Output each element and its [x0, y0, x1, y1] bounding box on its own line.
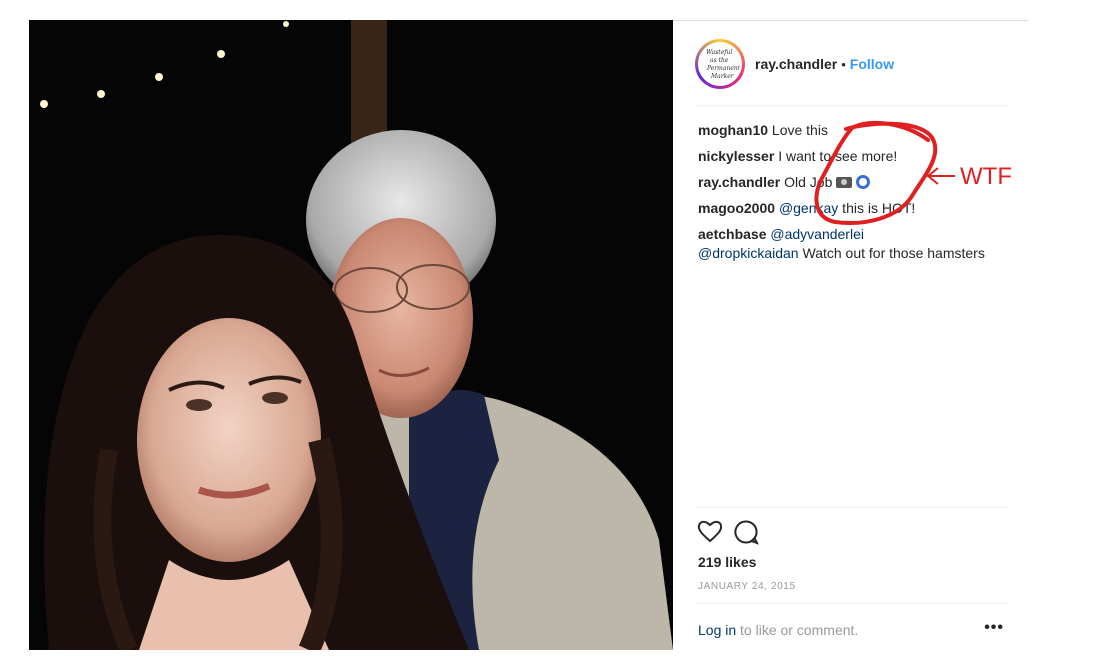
- comment-text: Old Job: [784, 174, 833, 190]
- divider: [695, 507, 1008, 508]
- more-options-icon[interactable]: •••: [984, 619, 1004, 637]
- username-link[interactable]: ray.chandler: [755, 56, 837, 72]
- comment-username[interactable]: nickylesser: [698, 148, 774, 164]
- post-date: JANUARY 24, 2015: [698, 581, 796, 592]
- annotation-label: WTF: [960, 163, 1012, 190]
- login-prompt: Log in to like or comment.: [698, 622, 858, 638]
- cyclone-icon: [856, 175, 871, 189]
- comment-text: I want to see more!: [778, 148, 898, 164]
- comment-username[interactable]: aetchbase: [698, 226, 766, 242]
- post-photo[interactable]: [29, 20, 673, 650]
- post-sidebar: Wasteful as the Permanent Marker ray.cha…: [673, 20, 1028, 650]
- comment-mention[interactable]: @adyvanderlei: [770, 226, 864, 242]
- comment-list: moghan10 Love this nickylesser I want to…: [698, 121, 998, 270]
- heart-icon[interactable]: [697, 519, 723, 543]
- comment-mention[interactable]: @dropkickaidan: [698, 245, 799, 261]
- comment-text: this is HOT!: [838, 200, 916, 216]
- comment-item: moghan10 Love this: [698, 121, 998, 140]
- comment-item: magoo2000 @genkay this is HOT!: [698, 199, 998, 218]
- separator-dot: •: [841, 56, 846, 72]
- string-lights: [40, 21, 289, 108]
- avatar[interactable]: Wasteful as the Permanent Marker: [695, 39, 745, 89]
- divider: [695, 603, 1008, 604]
- avatar-image: Wasteful as the Permanent Marker: [698, 42, 742, 86]
- avatar-text-line: Marker: [711, 73, 734, 80]
- comment-item: aetchbase @adyvanderlei @dropkickaidan W…: [698, 225, 998, 263]
- comment-mention[interactable]: @genkay: [779, 200, 838, 216]
- avatar-text-line: as the: [710, 57, 729, 64]
- likes-count[interactable]: 219 likes: [698, 554, 756, 570]
- comment-username[interactable]: magoo2000: [698, 200, 775, 216]
- comment-item: nickylesser I want to see more!: [698, 147, 998, 166]
- avatar-text-line: Wasteful: [706, 49, 733, 56]
- comment-text: Watch out for those hamsters: [798, 245, 985, 261]
- login-link[interactable]: Log in: [698, 622, 736, 638]
- login-prompt-text: to like or comment.: [736, 622, 859, 638]
- post-actions: [697, 519, 759, 545]
- camera-icon: [836, 177, 853, 188]
- avatar-text-line: Permanent: [707, 65, 741, 72]
- comment-text: Love this: [771, 122, 828, 138]
- comment-icon[interactable]: [733, 519, 759, 545]
- divider: [695, 105, 1008, 106]
- comment-item: ray.chandler Old Job: [698, 173, 998, 192]
- comment-username[interactable]: moghan10: [698, 122, 768, 138]
- post-header: Wasteful as the Permanent Marker ray.cha…: [695, 37, 894, 91]
- photo-illustration: [40, 20, 673, 650]
- follow-button[interactable]: Follow: [850, 56, 894, 72]
- comment-username[interactable]: ray.chandler: [698, 174, 780, 190]
